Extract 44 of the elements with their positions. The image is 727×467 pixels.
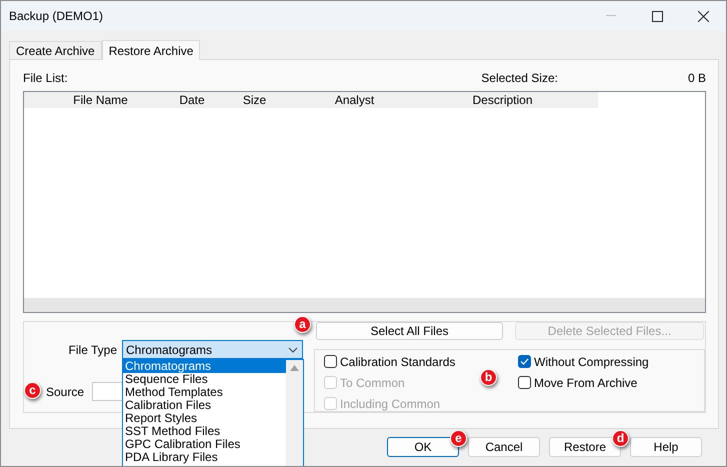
checkbox-label: Without Compressing xyxy=(534,354,649,368)
column-header[interactable]: Size xyxy=(207,92,302,108)
callout-badge: d xyxy=(612,430,629,447)
minimize-icon xyxy=(606,15,616,17)
source-label: Source xyxy=(46,384,84,398)
checkbox[interactable] xyxy=(518,355,531,368)
dropdown-option[interactable]: Report Styles xyxy=(123,412,286,425)
horizontal-scrollbar[interactable] xyxy=(24,298,705,312)
column-header[interactable]: File Name xyxy=(24,92,177,108)
selected-size-label: Selected Size: xyxy=(481,71,558,85)
dropdown-option[interactable]: PDA Library Files xyxy=(123,451,286,464)
dropdown-option[interactable]: SST Method Files xyxy=(123,425,286,438)
dropdown-option[interactable]: Sequence Files xyxy=(123,373,286,386)
tab[interactable]: Restore Archive xyxy=(102,40,200,60)
callout-badge: b xyxy=(480,369,497,386)
column-header[interactable]: Date xyxy=(177,92,207,108)
tab[interactable]: Create Archive xyxy=(9,41,102,59)
dialog-button[interactable]: Cancel xyxy=(468,437,540,457)
dropdown-option[interactable]: GPC Calibration Files xyxy=(123,438,286,451)
dropdown-option[interactable]: Calibration Files xyxy=(123,399,286,412)
checkbox[interactable] xyxy=(518,376,531,389)
dropdown-option[interactable]: Chromatograms xyxy=(123,360,286,373)
dropdown-option[interactable]: Method Templates xyxy=(123,386,286,399)
column-header[interactable]: Analyst xyxy=(302,92,407,108)
column-header[interactable]: Description xyxy=(407,92,598,108)
checkbox[interactable] xyxy=(324,355,337,368)
callout-badge: e xyxy=(450,430,467,447)
vertical-scrollbar[interactable] xyxy=(286,360,303,466)
callout-badge: a xyxy=(294,316,311,333)
select-all-files-button[interactable]: Select All Files xyxy=(316,322,503,340)
file-type-dropdown[interactable]: Chromatograms xyxy=(122,340,303,359)
dialog-button[interactable]: Help xyxy=(630,437,702,457)
file-table[interactable]: File Name Date Size Analyst Description xyxy=(23,91,706,313)
checkbox-label: To Common xyxy=(340,376,405,390)
maximize-icon xyxy=(652,10,662,22)
checkbox-label: Including Common xyxy=(340,396,440,410)
callout-badge: c xyxy=(24,382,41,399)
window-title: Backup (DEMO1) xyxy=(9,9,104,23)
checkbox-label: Calibration Standards xyxy=(340,354,456,368)
file-list-label: File List: xyxy=(23,71,68,85)
file-type-label: File Type xyxy=(68,342,118,356)
selected-size-value: 0 B xyxy=(688,71,706,85)
checkbox-label: Move From Archive xyxy=(534,376,638,390)
close-icon xyxy=(698,10,708,22)
